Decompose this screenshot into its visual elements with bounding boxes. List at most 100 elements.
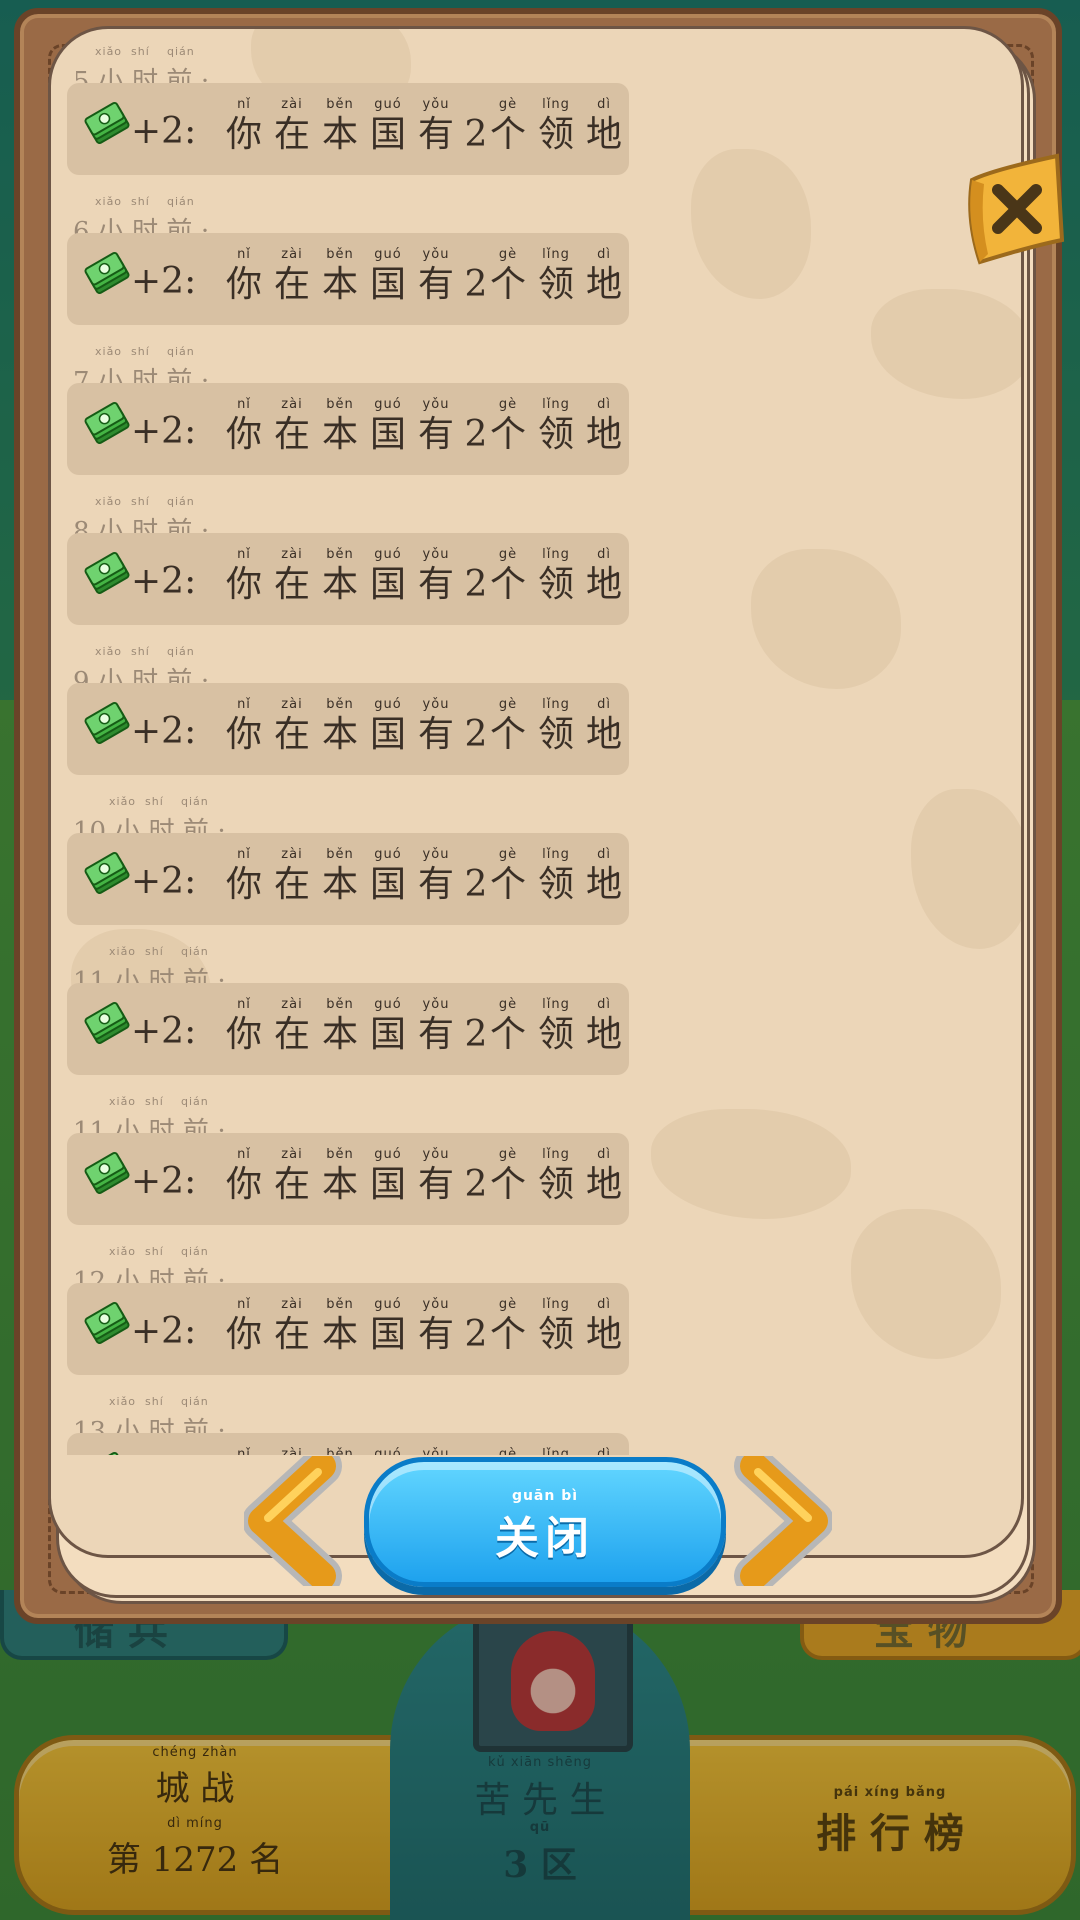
message-char: lǐng领 — [537, 1147, 574, 1205]
time-pinyin: qián — [167, 645, 195, 658]
message-char: dì地 — [585, 547, 622, 605]
cash-icon — [83, 1299, 131, 1347]
message-char: yǒu有 — [417, 1297, 454, 1355]
message-char: dì地 — [597, 1447, 611, 1455]
close-button-label: 关闭 — [495, 1513, 595, 1564]
message-char: yǒu有 — [417, 847, 454, 905]
message-char: dì地 — [585, 1147, 622, 1205]
message-char: lǐng领 — [537, 97, 574, 155]
message-char: gè个 — [489, 1297, 526, 1355]
log-entry-row: +2:nǐ你zài在běn本guó国yǒu有2gè个lǐng领dì地 — [67, 533, 629, 625]
message-char: lǐng领 — [542, 1447, 570, 1455]
message-char: běn本 — [321, 247, 358, 305]
message-char: gè个 — [489, 847, 526, 905]
time-pinyin: xiǎo — [109, 945, 137, 958]
message-char: nǐ你 — [225, 247, 262, 305]
time-pinyin: xiǎo — [95, 495, 123, 508]
message-char: guó国 — [369, 247, 406, 305]
reward-amount: +2: — [131, 711, 197, 752]
log-entry-row: +2:nǐ你zài在běn本guó国yǒu有2gè个lǐng领dì地 — [67, 1283, 629, 1375]
reward-amount: +2: — [131, 861, 197, 902]
log-entry-row: +2:nǐ你zài在běn本guó国yǒu有2gè个lǐng领dì地 — [67, 233, 629, 325]
message-char: lǐng领 — [537, 247, 574, 305]
message-char: běn本 — [321, 847, 358, 905]
message-char: zài在 — [273, 997, 310, 1055]
log-list[interactable]: xiǎo shí qián 5 小 时 前 : +2: nǐ 你 zài 在 běn 本 guó 国 yǒ… — [51, 29, 1021, 1455]
time-pinyin: shí — [131, 645, 150, 658]
message-char: guó国 — [369, 697, 406, 755]
message-char: běn本 — [321, 997, 358, 1055]
log-paper: xiǎo shí qián 5 小 时 前 : +2: nǐ 你 zài 在 běn 本 guó 国 yǒ… — [48, 26, 1024, 1558]
time-pinyin: xiǎo — [109, 1395, 137, 1408]
time-pinyin: shí — [131, 495, 150, 508]
message-char: guó国 — [369, 1147, 406, 1205]
message-char: gè个 — [489, 997, 526, 1055]
message-char: dì地 — [585, 847, 622, 905]
message-char: nǐ你 — [225, 847, 262, 905]
message-char: běn本 — [326, 1447, 354, 1455]
message-char: dì地 — [585, 97, 622, 155]
reward-amount: +2: — [131, 261, 197, 302]
message-char: nǐ你 — [225, 397, 262, 455]
reward-amount: +2: — [131, 411, 197, 452]
message-char: dì地 — [585, 1297, 622, 1355]
message-char: nǐ你 — [225, 547, 262, 605]
message-char: nǐ你 — [225, 997, 262, 1055]
message-char: gè个 — [498, 1447, 518, 1455]
message-char: guó国 — [369, 997, 406, 1055]
log-entry-row: +2:nǐ你zài在běn本guó国yǒu有2gè个lǐng领dì地 — [67, 83, 629, 175]
message-char: guó国 — [374, 1447, 402, 1455]
cash-icon — [83, 849, 131, 897]
message-char: yǒu有 — [422, 1447, 450, 1455]
message-char: yǒu有 — [417, 397, 454, 455]
message-char: běn本 — [321, 97, 358, 155]
time-pinyin: qián — [167, 195, 195, 208]
message-char: běn本 — [321, 1147, 358, 1205]
message-char: nǐ你 — [225, 1147, 262, 1205]
message-char: gè个 — [489, 547, 526, 605]
message-char: gè个 — [489, 397, 526, 455]
time-pinyin: shí — [131, 195, 150, 208]
reward-amount: +2: — [131, 1311, 197, 1352]
message-char: zài在 — [273, 547, 310, 605]
time-pinyin: xiǎo — [95, 45, 123, 58]
message-char: zài在 — [273, 97, 310, 155]
message-char: yǒu有 — [417, 247, 454, 305]
message-char: gè个 — [489, 1147, 526, 1205]
message-char: lǐng领 — [537, 697, 574, 755]
cash-icon — [83, 99, 131, 147]
time-pinyin: shí — [145, 1245, 164, 1258]
message-char: zài在 — [273, 397, 310, 455]
message-char: guó国 — [369, 397, 406, 455]
time-pinyin: shí — [131, 45, 150, 58]
message-char: dì地 — [585, 697, 622, 755]
message-char: lǐng领 — [537, 397, 574, 455]
message-char: gè个 — [489, 697, 526, 755]
message-char: zài在 — [273, 247, 310, 305]
previous-page-arrow-icon[interactable] — [244, 1456, 344, 1586]
time-pinyin: shí — [145, 1095, 164, 1108]
time-pinyin: qián — [167, 495, 195, 508]
close-button[interactable]: guān bì 关闭 — [364, 1457, 726, 1587]
message-char: běn本 — [321, 397, 358, 455]
time-pinyin: qián — [181, 1095, 209, 1108]
time-pinyin: qián — [181, 1395, 209, 1408]
reward-amount: +2: — [131, 561, 197, 602]
message-char: yǒu有 — [417, 1147, 454, 1205]
time-pinyin: xiǎo — [95, 345, 123, 358]
message-char: yǒu有 — [417, 997, 454, 1055]
log-entry-row: +2:nǐ你zài在běn本guó国yǒu有2gè个lǐng领dì地 — [67, 983, 629, 1075]
cash-icon — [83, 699, 131, 747]
message-char: gè个 — [489, 97, 526, 155]
close-x-icon[interactable] — [962, 150, 1068, 270]
next-page-arrow-icon[interactable] — [732, 1456, 832, 1586]
log-entry-row: +2:nǐ你zài在běn本guó国yǒu有2gè个lǐng领dì地 — [67, 683, 629, 775]
message-char: běn本 — [321, 697, 358, 755]
cash-icon — [83, 1149, 131, 1197]
message-char: dì地 — [585, 247, 622, 305]
time-pinyin: qián — [181, 1245, 209, 1258]
message-char: yǒu有 — [417, 547, 454, 605]
message-char: běn本 — [321, 1297, 358, 1355]
time-pinyin: xiǎo — [109, 1245, 137, 1258]
message-char: yǒu有 — [417, 97, 454, 155]
